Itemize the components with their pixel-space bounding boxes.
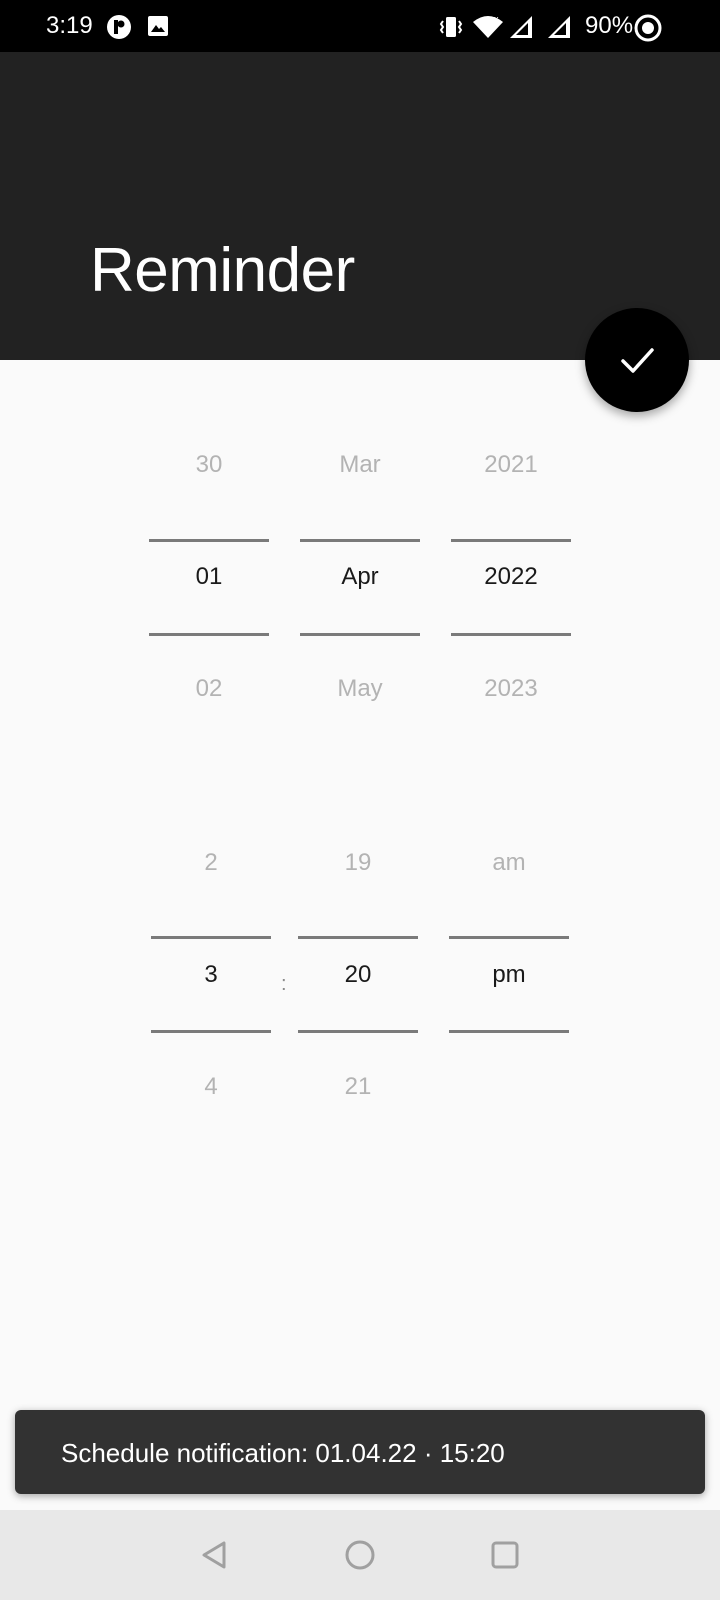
ampm-prev[interactable]: am <box>449 848 569 878</box>
hour-next[interactable]: 4 <box>151 1072 271 1102</box>
hour-picker[interactable]: 2 3 4 <box>151 848 271 1178</box>
confirm-button[interactable] <box>585 308 689 412</box>
navigation-bar <box>0 1510 720 1600</box>
year-divider-top <box>451 539 571 542</box>
signal-icon <box>508 14 534 45</box>
year-picker[interactable]: 2021 2022 2023 <box>451 450 571 780</box>
page-title: Reminder <box>90 236 355 305</box>
snackbar: Schedule notification: 01.04.22 · 15:20 <box>15 1410 705 1494</box>
status-bar: 3:19 x 90% <box>0 0 720 52</box>
hour-prev[interactable]: 2 <box>151 848 271 878</box>
recents-button[interactable] <box>482 1532 528 1578</box>
day-divider-top <box>149 539 269 542</box>
home-icon <box>345 1540 375 1570</box>
month-divider-bottom <box>300 633 420 636</box>
year-next[interactable]: 2023 <box>451 674 571 704</box>
year-divider-bottom <box>451 633 571 636</box>
minute-divider-top <box>298 936 418 939</box>
minute-divider-bottom <box>298 1030 418 1033</box>
ampm-selected[interactable]: pm <box>449 960 569 990</box>
ampm-picker[interactable]: am pm <box>449 848 569 1178</box>
month-prev[interactable]: Mar <box>300 450 420 480</box>
status-time: 3:19 <box>46 12 93 39</box>
month-picker[interactable]: Mar Apr May <box>300 450 420 780</box>
svg-text:x: x <box>494 14 499 24</box>
ampm-divider-bottom <box>449 1030 569 1033</box>
signal-icon <box>546 14 572 45</box>
vibrate-icon <box>438 14 464 45</box>
day-selected[interactable]: 01 <box>149 562 269 592</box>
year-prev[interactable]: 2021 <box>451 450 571 480</box>
wifi-icon: x <box>472 14 504 45</box>
back-button[interactable] <box>192 1532 238 1578</box>
minute-selected[interactable]: 20 <box>298 960 418 990</box>
day-divider-bottom <box>149 633 269 636</box>
check-icon <box>621 348 654 373</box>
minute-picker[interactable]: 19 20 21 <box>298 848 418 1178</box>
back-icon <box>202 1541 226 1569</box>
hour-divider-top <box>151 936 271 939</box>
minute-next[interactable]: 21 <box>298 1072 418 1102</box>
hour-selected[interactable]: 3 <box>151 960 271 990</box>
battery-icon <box>634 14 662 47</box>
month-selected[interactable]: Apr <box>300 562 420 592</box>
minute-prev[interactable]: 19 <box>298 848 418 878</box>
gallery-icon <box>146 14 170 43</box>
day-picker[interactable]: 30 01 02 <box>149 450 269 780</box>
home-button[interactable] <box>337 1532 383 1578</box>
month-divider-top <box>300 539 420 542</box>
year-selected[interactable]: 2022 <box>451 562 571 592</box>
recents-icon <box>491 1541 519 1569</box>
day-next[interactable]: 02 <box>149 674 269 704</box>
snackbar-text: Schedule notification: 01.04.22 · 15:20 <box>61 1438 505 1468</box>
app-notification-icon <box>106 14 132 45</box>
time-separator: : <box>281 973 287 995</box>
battery-percent: 90% <box>585 12 634 39</box>
day-prev[interactable]: 30 <box>149 450 269 480</box>
ampm-divider-top <box>449 936 569 939</box>
hour-divider-bottom <box>151 1030 271 1033</box>
month-next[interactable]: May <box>300 674 420 704</box>
